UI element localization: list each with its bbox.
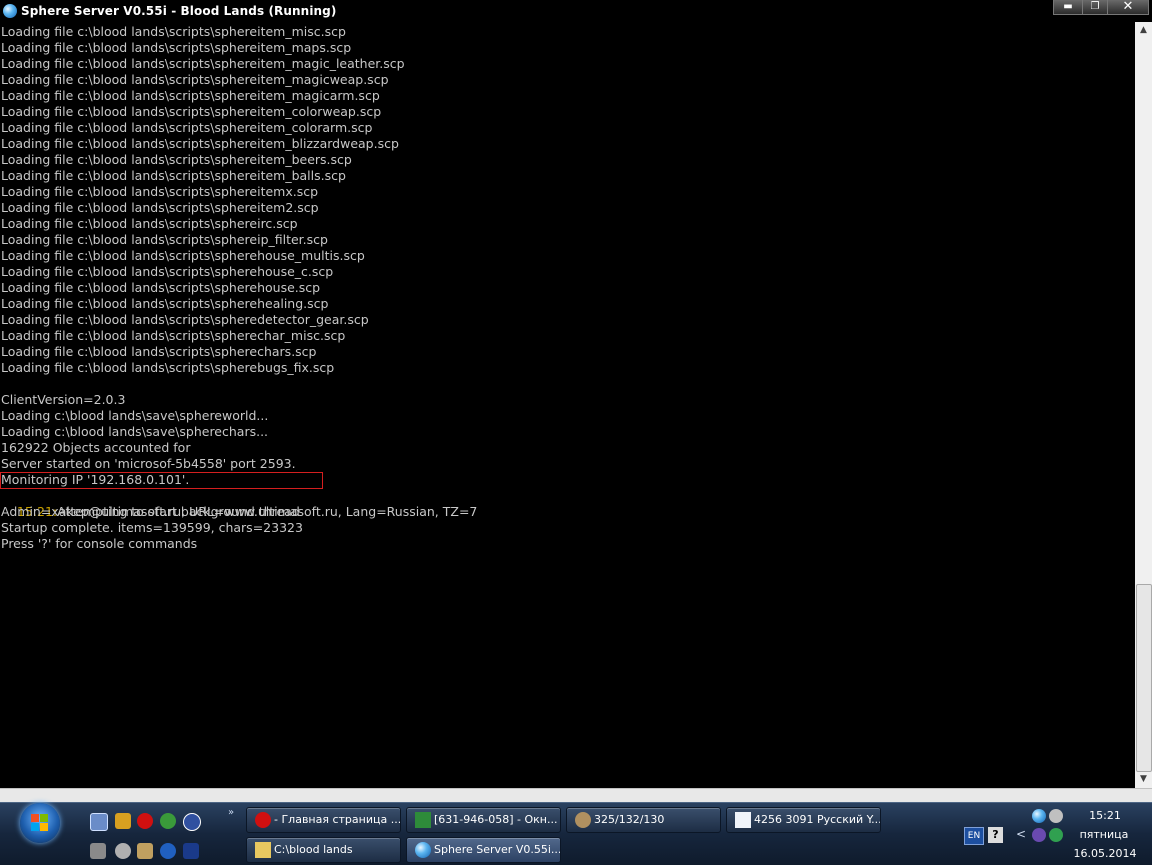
help-icon[interactable]: ? — [988, 827, 1003, 843]
console-line: Loading file c:\blood lands\scripts\sphe… — [1, 264, 334, 279]
network-tray-icon[interactable] — [1049, 828, 1063, 842]
forward-arrow-icon[interactable] — [183, 813, 201, 831]
console-line: Loading file c:\blood lands\scripts\sphe… — [1, 88, 380, 103]
opera-icon[interactable] — [137, 813, 153, 829]
task-sphere-server[interactable]: Sphere Server V0.55i... — [406, 837, 561, 863]
window-title-bar[interactable]: Sphere Server V0.55i - Blood Lands (Runn… — [0, 0, 1152, 22]
console-line: Loading file c:\blood lands\scripts\sphe… — [1, 72, 389, 87]
console-line: Loading file c:\blood lands\scripts\sphe… — [1, 184, 319, 199]
console-line: Loading c:\blood lands\save\spherechars.… — [1, 424, 269, 439]
gear-tray-icon[interactable] — [1049, 809, 1063, 823]
agent-icon[interactable] — [115, 813, 131, 829]
task-label: - Главная страница ... — [274, 813, 401, 826]
console-line: Loading file c:\blood lands\scripts\sphe… — [1, 280, 321, 295]
console-line: Loading file c:\blood lands\scripts\sphe… — [1, 152, 352, 167]
sphere-icon — [415, 842, 431, 858]
spreadsheet-icon — [415, 812, 431, 828]
language-indicator[interactable]: EN — [964, 827, 984, 845]
console-line: Loading file c:\blood lands\scripts\sphe… — [1, 200, 319, 215]
console-line: Loading file c:\blood lands\scripts\sphe… — [1, 232, 328, 247]
close-button[interactable]: ✕ — [1107, 0, 1149, 15]
task-bug[interactable]: 325/132/130 — [566, 807, 721, 833]
folder-icon — [255, 842, 271, 858]
scroll-down-arrow-icon[interactable]: ▼ — [1135, 771, 1152, 788]
show-desktop-icon[interactable] — [90, 813, 108, 831]
console-line: Loading file c:\blood lands\scripts\sphe… — [1, 24, 346, 39]
console-input-strip[interactable] — [0, 788, 1152, 803]
gear-icon[interactable] — [115, 843, 131, 859]
clock-time[interactable]: 15:21 — [1085, 809, 1125, 822]
vertical-scrollbar[interactable]: ▲ ▼ — [1135, 22, 1152, 788]
console-line: Loading file c:\blood lands\scripts\sphe… — [1, 168, 346, 183]
console-output[interactable]: Loading file c:\blood lands\scripts\sphe… — [0, 22, 1135, 788]
network-globe-icon[interactable] — [160, 813, 176, 829]
console-line: Loading file c:\blood lands\scripts\sphe… — [1, 56, 405, 71]
task-label: C:\blood lands — [274, 843, 353, 856]
task-window[interactable]: 4256 3091 Русский Y... — [726, 807, 881, 833]
console-line: Server started on 'microsof-5b4558' port… — [1, 456, 296, 471]
clock-date[interactable]: 16.05.2014 — [1072, 847, 1138, 860]
console-line: Press '?' for console commands — [1, 536, 198, 551]
console-line: Loading c:\blood lands\save\sphereworld.… — [1, 408, 269, 423]
window-title: Sphere Server V0.55i - Blood Lands (Runn… — [21, 4, 337, 18]
console-line: Loading file c:\blood lands\scripts\sphe… — [1, 344, 317, 359]
quick-launch-chevron-icon[interactable]: » — [228, 807, 234, 818]
console-line: Loading file c:\blood lands\scripts\sphe… — [1, 216, 298, 231]
tool-icon[interactable] — [90, 843, 106, 859]
bug-icon[interactable] — [137, 843, 153, 859]
console-line: ClientVersion=2.0.3 — [1, 392, 126, 407]
console-line-thread: 15:21:Attempting to start background thr… — [1, 488, 300, 519]
console-line: 162922 Objects accounted for — [1, 440, 191, 455]
taskbar: » - Главная страница ... [631-946-058] -… — [0, 802, 1152, 865]
monitoring-ip-highlight — [0, 472, 323, 489]
pen-icon[interactable] — [183, 843, 199, 859]
window-icon — [735, 812, 751, 828]
console-line: Loading file c:\blood lands\scripts\sphe… — [1, 248, 365, 263]
task-folder[interactable]: C:\blood lands — [246, 837, 401, 863]
task-opera[interactable]: - Главная страница ... — [246, 807, 401, 833]
info-icon[interactable] — [160, 843, 176, 859]
scroll-up-arrow-icon[interactable]: ▲ — [1135, 22, 1152, 39]
eye-tray-icon[interactable] — [1032, 828, 1046, 842]
task-label: 4256 3091 Русский Y... — [754, 813, 881, 826]
task-label: [631-946-058] - Окн... — [434, 813, 558, 826]
minimize-button[interactable]: ▬ — [1053, 0, 1083, 15]
console-line: Loading file c:\blood lands\scripts\sphe… — [1, 136, 399, 151]
maximize-button[interactable]: ❐ — [1082, 0, 1108, 15]
windows-logo-icon — [31, 814, 49, 832]
task-label: 325/132/130 — [594, 813, 665, 826]
console-line: Loading file c:\blood lands\scripts\sphe… — [1, 296, 329, 311]
sphere-app-icon — [3, 4, 17, 18]
console-line: Startup complete. items=139599, chars=23… — [1, 520, 303, 535]
opera-icon — [255, 812, 271, 828]
show-hidden-icons-chevron-icon[interactable]: < — [1016, 827, 1026, 841]
task-label: Sphere Server V0.55i... — [434, 843, 561, 856]
clock-day[interactable]: пятница — [1076, 828, 1132, 841]
scroll-thumb[interactable] — [1136, 584, 1152, 772]
sphere-tray-icon[interactable] — [1032, 809, 1046, 823]
console-line: Loading file c:\blood lands\scripts\sphe… — [1, 312, 369, 327]
console-line: Loading file c:\blood lands\scripts\sphe… — [1, 328, 346, 343]
start-button[interactable] — [20, 803, 60, 843]
console-line: Loading file c:\blood lands\scripts\sphe… — [1, 104, 382, 119]
console-line: Admin=xakep@ultimasoft.ru, URL=www.ultim… — [1, 504, 478, 519]
bug-icon — [575, 812, 591, 828]
console-line: Loading file c:\blood lands\scripts\sphe… — [1, 120, 373, 135]
console-line: Loading file c:\blood lands\scripts\sphe… — [1, 360, 335, 375]
task-spreadsheet[interactable]: [631-946-058] - Окн... — [406, 807, 561, 833]
console-line: Loading file c:\blood lands\scripts\sphe… — [1, 40, 352, 55]
